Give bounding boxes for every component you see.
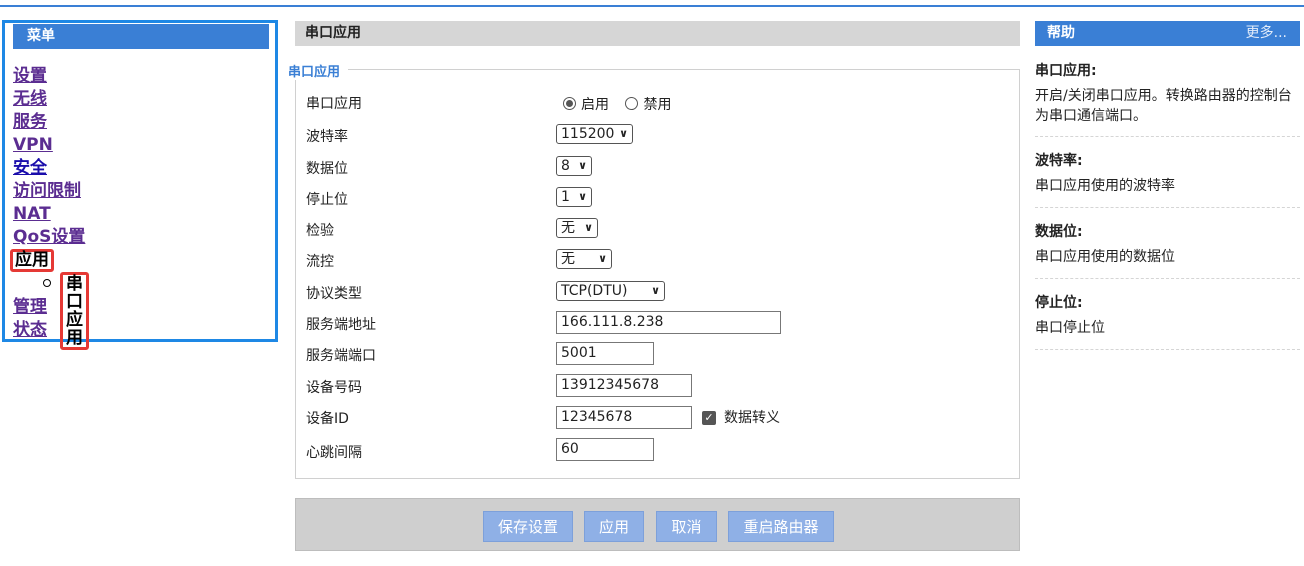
help-section-text: 串口停止位 bbox=[1035, 320, 1105, 336]
chevron-down-icon: ∨ bbox=[584, 221, 593, 234]
cancel-button[interactable]: 取消 bbox=[656, 511, 717, 542]
protocol-select[interactable]: TCP(DTU) ∨ bbox=[556, 281, 665, 301]
row-databits: 数据位 8 ∨ bbox=[306, 156, 592, 178]
help-section-text: 串口应用使用的数据位 bbox=[1035, 249, 1175, 265]
help-section-text: 开启/关闭串口应用。转换路由器的控制台为串口通信端口。 bbox=[1035, 88, 1292, 124]
sidebar-item-wireless[interactable]: 无线 bbox=[13, 88, 85, 111]
protocol-label: 协议类型 bbox=[306, 286, 362, 302]
device-no-input[interactable]: 13912345678 bbox=[556, 374, 692, 397]
baud-select[interactable]: 115200 ∨ bbox=[556, 124, 633, 144]
sidebar-item-access-restriction[interactable]: 访问限制 bbox=[13, 180, 85, 203]
heartbeat-input[interactable]: 60 bbox=[556, 438, 654, 461]
databits-value: 8 bbox=[561, 158, 570, 174]
sidebar-subitem-serial-app[interactable]: 串口应用 bbox=[60, 272, 89, 350]
chevron-down-icon: ∨ bbox=[619, 127, 628, 140]
sidebar-item-vpn[interactable]: VPN bbox=[13, 134, 85, 157]
stopbits-select[interactable]: 1 ∨ bbox=[556, 187, 592, 207]
server-port-input[interactable]: 5001 bbox=[556, 342, 654, 365]
protocol-value: TCP(DTU) bbox=[561, 283, 628, 299]
button-bar: 保存设置 应用 取消 重启路由器 bbox=[295, 498, 1020, 551]
help-section-title: 停止位: bbox=[1035, 295, 1083, 311]
help-section-text: 串口应用使用的波特率 bbox=[1035, 178, 1175, 194]
radio-disable[interactable]: 禁用 bbox=[625, 97, 671, 113]
sidebar-menu: 菜单 设置 无线 服务 VPN 安全 访问限制 NAT QoS设置 应用 串口应… bbox=[2, 20, 278, 350]
radio-enable-label: 启用 bbox=[581, 97, 609, 113]
save-button[interactable]: 保存设置 bbox=[483, 511, 573, 542]
submenu: 串口应用 bbox=[13, 272, 89, 350]
sidebar-item-nat[interactable]: NAT bbox=[13, 203, 85, 226]
apply-button[interactable]: 应用 bbox=[584, 511, 644, 542]
chevron-down-icon: ∨ bbox=[578, 159, 587, 172]
serial-app-radio-group: 启用 禁用 bbox=[563, 94, 671, 114]
row-flow: 流控 无 ∨ bbox=[306, 249, 612, 271]
parity-label: 检验 bbox=[306, 223, 334, 239]
databits-select[interactable]: 8 ∨ bbox=[556, 156, 592, 176]
help-header: 帮助 更多... bbox=[1035, 21, 1300, 46]
stopbits-value: 1 bbox=[561, 189, 570, 205]
row-baud: 波特率 115200 ∨ bbox=[306, 124, 633, 146]
chevron-down-icon: ∨ bbox=[578, 190, 587, 203]
server-addr-label: 服务端地址 bbox=[306, 317, 376, 333]
help-section-title: 串口应用: bbox=[1035, 63, 1097, 79]
parity-value: 无 bbox=[561, 220, 575, 236]
checkbox-checked-icon[interactable]: ✓ bbox=[702, 411, 716, 425]
help-section: 停止位: 串口停止位 bbox=[1035, 293, 1300, 350]
reboot-button[interactable]: 重启路由器 bbox=[728, 511, 834, 542]
radio-disable-icon[interactable] bbox=[625, 97, 639, 110]
radio-enable-icon[interactable] bbox=[563, 97, 576, 110]
server-addr-input[interactable]: 166.111.8.238 bbox=[556, 311, 781, 334]
flow-value: 无 bbox=[561, 251, 575, 267]
help-section: 数据位: 串口应用使用的数据位 bbox=[1035, 222, 1300, 279]
row-stopbits: 停止位 1 ∨ bbox=[306, 187, 592, 209]
serial-app-label: 串口应用 bbox=[306, 96, 362, 112]
flow-select[interactable]: 无 ∨ bbox=[556, 249, 612, 269]
menu-title: 菜单 bbox=[13, 24, 269, 49]
baud-label: 波特率 bbox=[306, 129, 348, 145]
device-no-label: 设备号码 bbox=[306, 380, 362, 396]
row-parity: 检验 无 ∨ bbox=[306, 218, 598, 240]
flow-label: 流控 bbox=[306, 254, 334, 270]
help-section: 串口应用: 开启/关闭串口应用。转换路由器的控制台为串口通信端口。 bbox=[1035, 61, 1300, 137]
server-port-label: 服务端端口 bbox=[306, 348, 376, 364]
sidebar-item-qos[interactable]: QoS设置 bbox=[13, 226, 85, 249]
help-section-title: 波特率: bbox=[1035, 153, 1083, 169]
heartbeat-label: 心跳间隔 bbox=[306, 445, 362, 461]
stopbits-label: 停止位 bbox=[306, 192, 348, 208]
row-protocol: 协议类型 TCP(DTU) ∨ bbox=[306, 281, 665, 303]
top-divider bbox=[0, 5, 1304, 7]
help-more-link[interactable]: 更多... bbox=[1246, 21, 1287, 46]
parity-select[interactable]: 无 ∨ bbox=[556, 218, 598, 238]
escape-option[interactable]: ✓ 数据转义 bbox=[702, 407, 780, 427]
radio-disable-label: 禁用 bbox=[643, 97, 672, 113]
escape-label: 数据转义 bbox=[724, 410, 780, 426]
device-id-label: 设备ID bbox=[306, 411, 349, 427]
baud-value: 115200 bbox=[561, 126, 615, 142]
help-section: 波特率: 串口应用使用的波特率 bbox=[1035, 151, 1300, 208]
chevron-down-icon: ∨ bbox=[651, 284, 660, 297]
chevron-down-icon: ∨ bbox=[598, 252, 607, 265]
bullet-icon bbox=[43, 279, 51, 287]
section-legend: 串口应用 bbox=[287, 61, 349, 80]
databits-label: 数据位 bbox=[306, 161, 348, 177]
help-section-title: 数据位: bbox=[1035, 224, 1083, 240]
sidebar-item-applications[interactable]: 应用 bbox=[10, 249, 54, 272]
menu-list: 设置 无线 服务 VPN 安全 访问限制 NAT QoS设置 应用 串口应用 管… bbox=[10, 65, 89, 350]
sidebar-item-settings[interactable]: 设置 bbox=[13, 65, 85, 88]
radio-enable[interactable]: 启用 bbox=[563, 97, 609, 113]
help-title: 帮助 bbox=[1047, 25, 1075, 41]
device-id-input[interactable]: 12345678 bbox=[556, 406, 692, 429]
page-title: 串口应用 bbox=[295, 21, 1020, 46]
sidebar-item-security[interactable]: 安全 bbox=[13, 157, 85, 180]
sidebar-item-services[interactable]: 服务 bbox=[13, 111, 85, 134]
